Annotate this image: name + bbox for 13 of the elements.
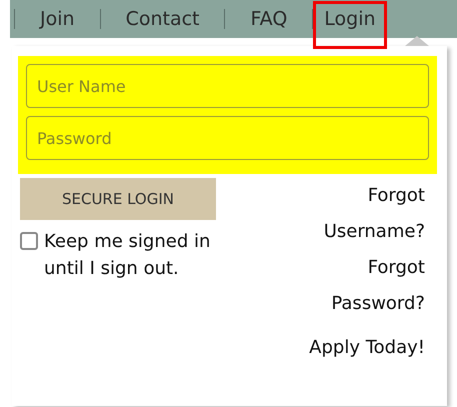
forgot-link[interactable]: Forgot Password? bbox=[305, 250, 425, 322]
input-field[interactable]: Password bbox=[26, 116, 429, 160]
remember-checkbox[interactable] bbox=[20, 232, 38, 250]
input-field[interactable]: User Name bbox=[26, 64, 429, 108]
remember-label: Keep me signed in until I sign out. bbox=[44, 230, 212, 281]
nav-link[interactable]: Login bbox=[313, 1, 387, 49]
pointer-arrow-icon bbox=[405, 36, 429, 46]
secure-login-button[interactable]: SECURE LOGIN bbox=[20, 178, 216, 220]
nav-link[interactable]: Contact bbox=[100, 1, 224, 37]
nav-link[interactable]: FAQ bbox=[225, 1, 312, 37]
apply-link[interactable]: Apply Today! bbox=[309, 330, 425, 366]
forgot-link[interactable]: Forgot Username? bbox=[305, 178, 425, 250]
nav-link[interactable]: Join bbox=[15, 1, 100, 37]
